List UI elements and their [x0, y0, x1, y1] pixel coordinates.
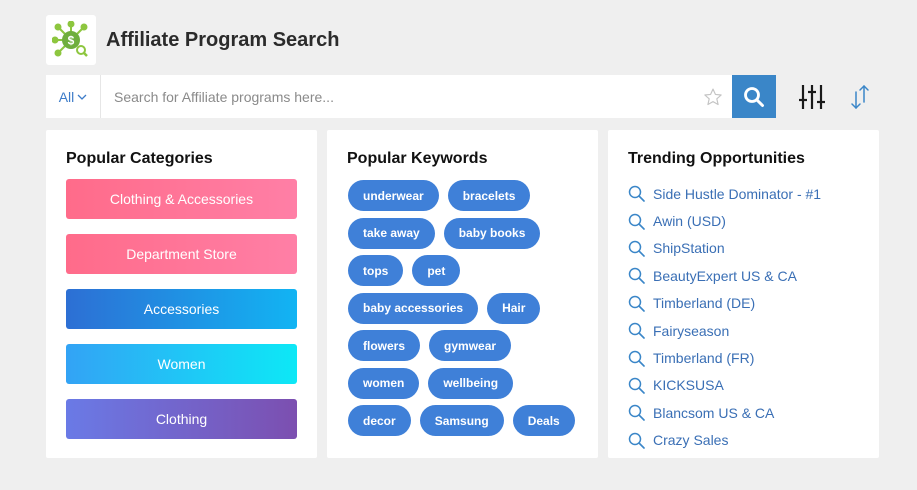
sort-button[interactable]	[849, 84, 871, 110]
trending-title: Trending Opportunities	[628, 150, 805, 167]
keyword-tag[interactable]: wellbeing	[428, 367, 514, 399]
keyword-tag[interactable]: take away	[348, 217, 435, 249]
keyword-tag[interactable]: baby accessories	[348, 292, 479, 324]
svg-text:$: $	[68, 34, 75, 48]
trending-label: Crazy Sales	[653, 432, 729, 449]
star-icon	[704, 88, 722, 105]
chevron-down-icon	[77, 94, 87, 100]
keyword-tag[interactable]: baby books	[443, 217, 541, 249]
trending-link[interactable]: Timberland (DE)	[628, 290, 821, 317]
trending-label: ShipStation	[653, 240, 725, 257]
trending-label: Side Hustle Dominator - #1	[653, 185, 822, 202]
dollar-network-icon: $	[52, 21, 88, 57]
trending-link[interactable]: BeautyExpert US & CA	[628, 262, 821, 289]
trending-panel: Trending Opportunities Side Hustle Domin…	[608, 130, 879, 458]
categories-panel: Popular Categories Clothing & Accessorie…	[46, 130, 317, 458]
trending-label: BeautyExpert US & CA	[653, 267, 797, 284]
search-icon	[628, 405, 645, 422]
trending-link[interactable]: KICKSUSA	[628, 372, 821, 399]
scope-label: All	[58, 88, 75, 105]
search-icon	[628, 432, 645, 449]
sort-arrows-icon	[851, 84, 869, 110]
page-title: Affiliate Program Search	[106, 28, 340, 51]
trending-link[interactable]: Crazy Sales	[628, 427, 821, 454]
filter-button[interactable]	[799, 84, 825, 110]
trending-link[interactable]: Blancsom US & CA	[628, 399, 821, 426]
keyword-tag[interactable]: bracelets	[447, 180, 531, 211]
search-icon	[628, 322, 645, 339]
keyword-tag[interactable]: pet	[412, 255, 461, 286]
app-header: $ Affiliate Program Search	[46, 15, 339, 65]
search-icon	[628, 240, 645, 257]
search-button[interactable]	[732, 75, 776, 118]
search-icon	[628, 268, 645, 285]
keyword-tag[interactable]: tops	[348, 255, 404, 286]
trending-link[interactable]: Side Hustle Dominator - #1	[628, 180, 821, 207]
keyword-tag[interactable]: Samsung	[419, 405, 504, 436]
app-logo: $	[46, 15, 96, 65]
keyword-tag[interactable]: flowers	[348, 330, 421, 361]
trending-link[interactable]: ShipStation	[628, 235, 821, 262]
keywords-panel: Popular Keywords underwear bracelets tak…	[327, 130, 598, 458]
trending-link[interactable]: Awin (USD)	[628, 207, 821, 234]
trending-link[interactable]: Timberland (FR)	[628, 344, 821, 371]
trending-link[interactable]: Fairyseason	[628, 317, 821, 344]
search-icon	[628, 295, 645, 312]
category-button[interactable]: Accessories	[66, 289, 297, 329]
keyword-tag[interactable]: women	[348, 367, 420, 399]
trending-label: KICKSUSA	[653, 377, 724, 394]
search-icon	[628, 377, 645, 394]
scope-dropdown[interactable]: All	[46, 75, 101, 118]
keyword-tag[interactable]: Deals	[512, 405, 575, 436]
search-icon	[744, 86, 764, 107]
search-bar: All	[46, 75, 776, 118]
keyword-list: underwear bracelets take away baby books…	[348, 180, 588, 443]
categories-title: Popular Categories	[66, 150, 213, 167]
search-icon	[628, 350, 645, 367]
trending-label: Timberland (DE)	[653, 295, 756, 312]
keyword-tag[interactable]: decor	[348, 405, 411, 436]
trending-list: Side Hustle Dominator - #1 Awin (USD) Sh…	[628, 180, 821, 454]
trending-label: Blancsom US & CA	[653, 404, 775, 421]
category-button[interactable]: Department Store	[66, 234, 297, 274]
favorite-button[interactable]	[698, 75, 728, 118]
category-button[interactable]: Women	[66, 344, 297, 384]
search-icon	[628, 185, 645, 202]
category-button[interactable]: Clothing	[66, 399, 297, 439]
keywords-title: Popular Keywords	[347, 150, 488, 167]
category-list: Clothing & Accessories Department Store …	[66, 179, 297, 454]
trending-label: Fairyseason	[653, 322, 730, 339]
trending-label: Awin (USD)	[653, 213, 726, 230]
keyword-tag[interactable]: underwear	[348, 180, 439, 211]
search-icon	[628, 213, 645, 230]
category-button[interactable]: Clothing & Accessories	[66, 179, 297, 219]
sliders-icon	[799, 85, 825, 109]
trending-label: Timberland (FR)	[653, 350, 755, 367]
keyword-tag[interactable]: gymwear	[429, 330, 512, 361]
keyword-tag[interactable]: Hair	[487, 292, 541, 324]
search-input[interactable]	[101, 75, 698, 118]
